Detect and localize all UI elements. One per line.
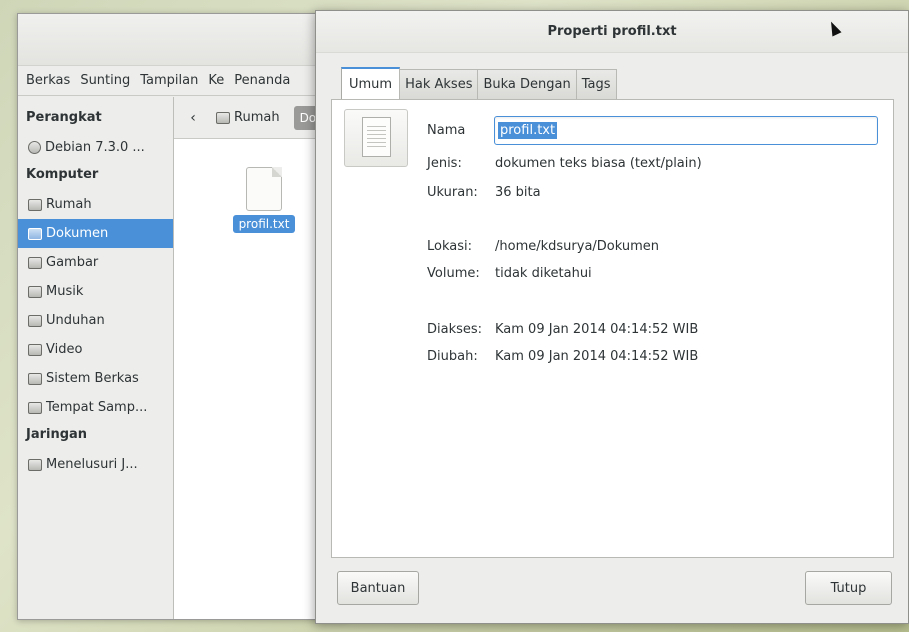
type-value: dokumen teks biasa (text/plain) xyxy=(495,156,702,171)
videos-folder-icon xyxy=(28,343,42,356)
file-icon-button[interactable] xyxy=(344,109,408,167)
size-row: Ukuran: 36 bita xyxy=(427,185,541,200)
tab-tags[interactable]: Tags xyxy=(575,69,617,99)
tab-hak-akses[interactable]: Hak Akses xyxy=(399,69,479,99)
menu-tampilan[interactable]: Tampilan xyxy=(140,73,198,88)
name-field[interactable]: profil.txt xyxy=(494,116,878,145)
sidebar-item-label: Unduhan xyxy=(46,313,105,328)
volume-label: Volume: xyxy=(427,266,480,281)
general-tab-panel: Nama profil.txt Jenis: dokumen teks bias… xyxy=(331,99,894,558)
sidebar-heading-perangkat: Perangkat xyxy=(26,110,102,125)
location-value: /home/kdsurya/Dokumen xyxy=(495,239,660,254)
music-folder-icon xyxy=(28,285,42,298)
text-file-icon xyxy=(246,167,282,211)
sidebar-item-musik[interactable]: Musik xyxy=(18,277,173,306)
sidebar-item-video[interactable]: Video xyxy=(18,335,173,364)
type-row: Jenis: dokumen teks biasa (text/plain) xyxy=(427,156,702,171)
size-value: 36 bita xyxy=(495,185,541,200)
text-document-icon xyxy=(362,117,391,157)
home-folder-icon xyxy=(28,198,42,211)
pictures-folder-icon xyxy=(28,256,42,269)
sidebar-item-label: Video xyxy=(46,342,83,357)
sidebar-item-label: Tempat Samp... xyxy=(46,400,148,415)
file-manager-titlebar[interactable] xyxy=(18,14,346,66)
location-label: Lokasi: xyxy=(427,239,472,254)
menu-penanda[interactable]: Penanda xyxy=(234,73,290,88)
accessed-label: Diakses: xyxy=(427,322,483,337)
name-field-value: profil.txt xyxy=(498,122,558,139)
sidebar-item-sistem-berkas[interactable]: Sistem Berkas xyxy=(18,364,173,393)
accessed-row: Diakses: Kam 09 Jan 2014 04:14:52 WIB xyxy=(427,322,698,337)
breadcrumb-rumah[interactable]: Rumah xyxy=(210,106,286,129)
volume-value: tidak diketahui xyxy=(495,266,592,281)
file-item[interactable]: profil.txt xyxy=(224,167,304,233)
trash-icon xyxy=(28,401,42,414)
sidebar-item-label: Debian 7.3.0 ... xyxy=(45,140,145,155)
tab-bar: Umum Hak Akses Buka Dengan Tags xyxy=(341,67,617,99)
sidebar-item-label: Gambar xyxy=(46,255,99,270)
size-label: Ukuran: xyxy=(427,185,478,200)
name-row: Nama xyxy=(427,123,465,138)
sidebar-heading-komputer: Komputer xyxy=(26,167,99,182)
home-folder-icon xyxy=(216,111,230,124)
back-arrow-icon[interactable]: ‹ xyxy=(184,110,202,126)
filesystem-icon xyxy=(28,372,42,385)
sidebar-item-label: Musik xyxy=(46,284,84,299)
menubar: Berkas Sunting Tampilan Ke Penanda xyxy=(18,66,346,96)
sidebar-item-label: Sistem Berkas xyxy=(46,371,139,386)
properties-dialog: Properti profil.txt Umum Hak Akses Buka … xyxy=(315,10,909,624)
menu-ke[interactable]: Ke xyxy=(208,73,224,88)
dialog-title: Properti profil.txt xyxy=(547,24,677,39)
documents-folder-icon xyxy=(28,227,42,240)
downloads-folder-icon xyxy=(28,314,42,327)
sidebar-item-label: Rumah xyxy=(46,197,92,212)
tab-umum[interactable]: Umum xyxy=(341,67,401,99)
sidebar-item-gambar[interactable]: Gambar xyxy=(18,248,173,277)
tab-buka-dengan[interactable]: Buka Dengan xyxy=(477,69,577,99)
modified-row: Diubah: Kam 09 Jan 2014 04:14:52 WIB xyxy=(427,349,698,364)
file-manager-window: Berkas Sunting Tampilan Ke Penanda Peran… xyxy=(17,13,347,620)
breadcrumb-label: Rumah xyxy=(234,110,280,125)
sidebar: Perangkat Debian 7.3.0 ... Komputer Ruma… xyxy=(18,97,174,619)
help-button[interactable]: Bantuan xyxy=(337,571,419,605)
name-label: Nama xyxy=(427,123,466,138)
dialog-titlebar[interactable]: Properti profil.txt xyxy=(316,11,908,53)
sidebar-item-debian[interactable]: Debian 7.3.0 ... xyxy=(18,133,173,162)
sidebar-item-dokumen[interactable]: Dokumen xyxy=(18,219,173,248)
volume-row: Volume: tidak diketahui xyxy=(427,266,592,281)
sidebar-heading-jaringan: Jaringan xyxy=(26,427,88,442)
location-row: Lokasi: /home/kdsurya/Dokumen xyxy=(427,239,659,254)
network-icon xyxy=(28,458,42,471)
disc-icon xyxy=(28,141,41,154)
close-button[interactable]: Tutup xyxy=(805,571,892,605)
type-label: Jenis: xyxy=(427,156,462,171)
menu-sunting[interactable]: Sunting xyxy=(80,73,130,88)
sidebar-item-unduhan[interactable]: Unduhan xyxy=(18,306,173,335)
file-name: profil.txt xyxy=(232,215,296,233)
sidebar-item-rumah[interactable]: Rumah xyxy=(18,190,173,219)
sidebar-item-network[interactable]: Menelusuri J... xyxy=(18,450,173,479)
sidebar-item-label: Dokumen xyxy=(46,226,109,241)
menu-berkas[interactable]: Berkas xyxy=(26,73,70,88)
modified-label: Diubah: xyxy=(427,349,478,364)
sidebar-item-label: Menelusuri J... xyxy=(46,457,138,472)
accessed-value: Kam 09 Jan 2014 04:14:52 WIB xyxy=(495,322,699,337)
modified-value: Kam 09 Jan 2014 04:14:52 WIB xyxy=(495,349,699,364)
sidebar-item-trash[interactable]: Tempat Samp... xyxy=(18,393,173,422)
